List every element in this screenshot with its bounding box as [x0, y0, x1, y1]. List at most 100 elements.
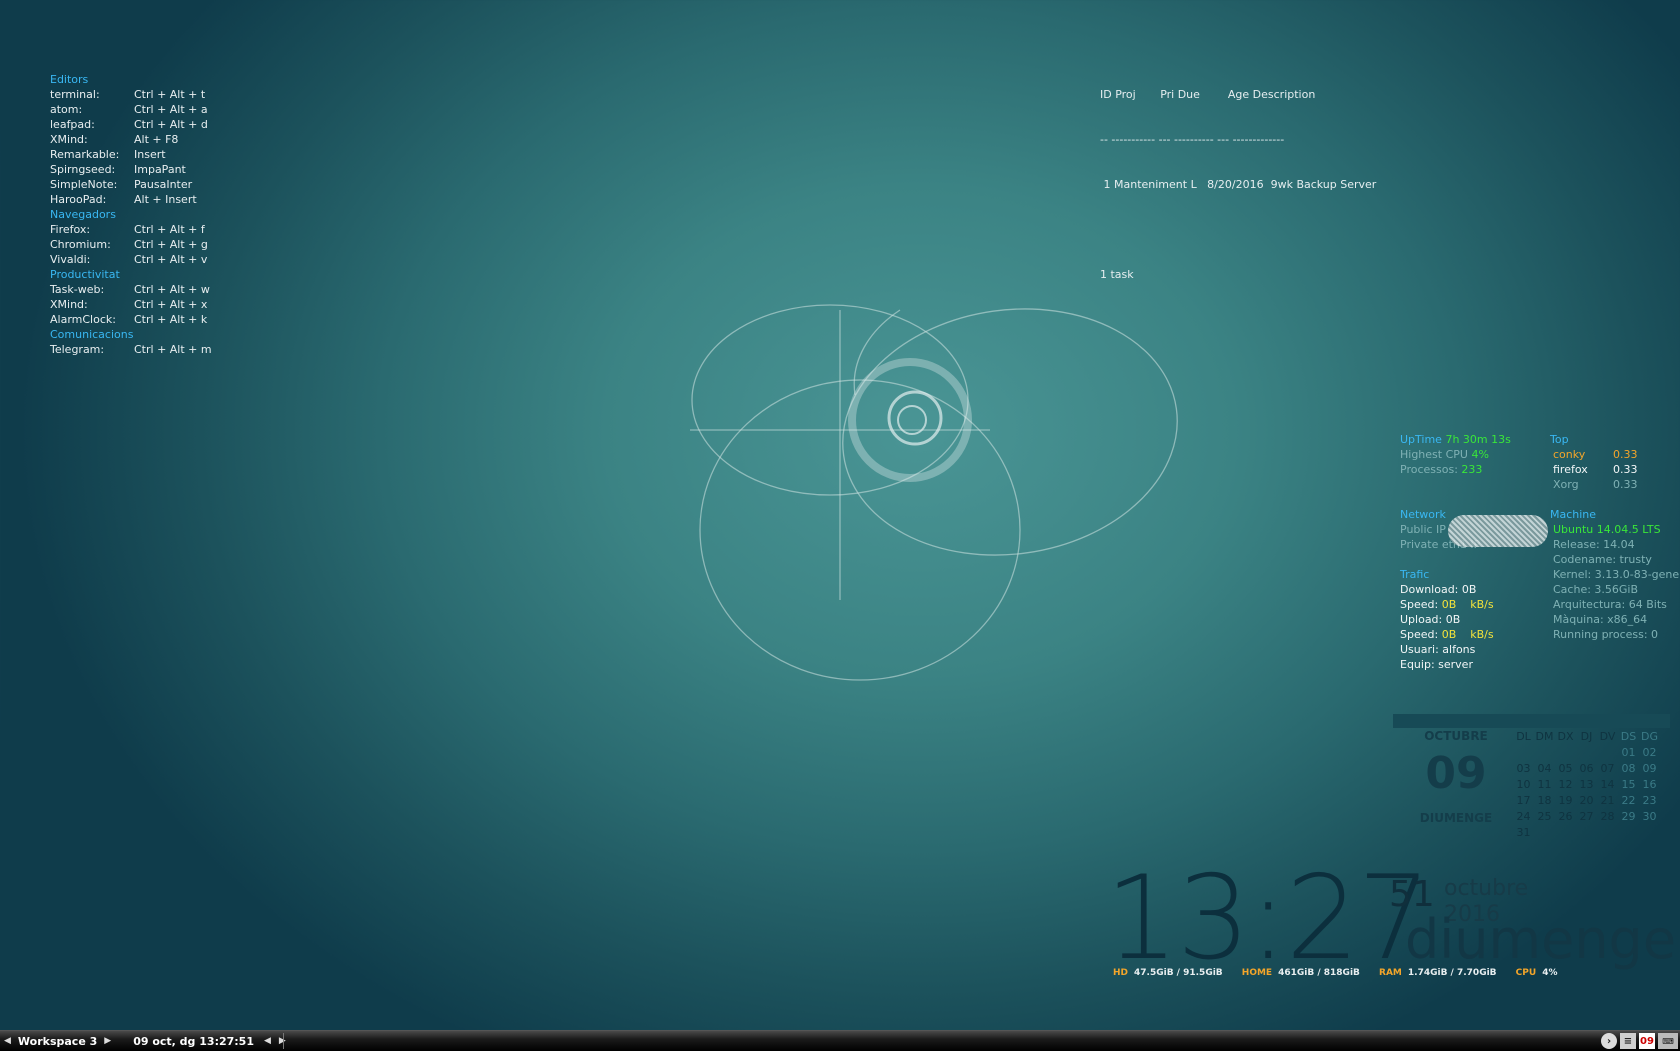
architecture: Arquitectura: 64 Bits [1553, 598, 1667, 611]
trafic-title: Trafic [1400, 568, 1430, 581]
calendar-week-row: 10 11 12 13 14 15 16 [1513, 777, 1660, 793]
previous-window-icon[interactable]: ◀ [260, 1036, 275, 1046]
shortcut-row: terminal: Ctrl + Alt + t [50, 87, 212, 102]
calendar-date: 03 [1516, 762, 1531, 775]
highest-cpu-row: Highest CPU 4% [1400, 447, 1550, 462]
section-title: Editors [50, 73, 89, 86]
calendar-date: 24 [1516, 810, 1531, 823]
calendar-date: 07 [1600, 762, 1615, 775]
calendar-week-row: 17 18 19 20 21 22 23 [1513, 793, 1660, 809]
top-process-row: Xorg 0.33 [1550, 477, 1680, 492]
shortcut-keys: Ctrl + Alt + x [134, 298, 208, 311]
calendar-date: 08 [1621, 762, 1636, 775]
shortcut-app: Spirngseed: [50, 163, 116, 176]
redacted-ip-scribble [1448, 515, 1548, 547]
calendar-date [1597, 745, 1618, 761]
calendar-date [1576, 825, 1597, 841]
calendar-tray-icon[interactable]: 09 [1639, 1033, 1655, 1049]
uptime-label: UpTime [1400, 433, 1442, 446]
calendar-week-row: 01 02 [1513, 745, 1660, 761]
shortcut-app: atom: [50, 103, 83, 116]
calendar-week-row: 24 25 26 27 28 29 30 [1513, 809, 1660, 825]
calendar-weekday-header: DV [1599, 730, 1616, 743]
home-value: 461GiB / 818GiB [1278, 968, 1360, 978]
calendar-date [1555, 745, 1576, 761]
shortcut-row: Firefox: Ctrl + Alt + f [50, 222, 212, 237]
shortcut-row: Remarkable: Insert [50, 147, 212, 162]
shortcut-app: Telegram: [50, 343, 105, 356]
shortcut-app: Firefox: [50, 223, 91, 236]
shortcut-app: SimpleNote: [50, 178, 118, 191]
calendar-date [1534, 745, 1555, 761]
shortcut-row: XMind: Alt + F8 [50, 132, 212, 147]
processes-value: 233 [1461, 463, 1483, 476]
uptime-value: 7h 30m 13s [1445, 433, 1511, 446]
process-value: 0.33 [1613, 463, 1638, 476]
calendar-date [1639, 825, 1660, 841]
shortcut-row: Telegram: Ctrl + Alt + m [50, 342, 212, 357]
shortcut-app: HarooPad: [50, 193, 107, 206]
ram-label: RAM [1379, 968, 1402, 978]
shortcut-app: Chromium: [50, 238, 111, 251]
shortcut-row: atom: Ctrl + Alt + a [50, 102, 212, 117]
shortcut-row: Chromium: Ctrl + Alt + g [50, 237, 212, 252]
calendar-date [1618, 825, 1639, 841]
ram-value: 1.74GiB / 7.70GiB [1407, 968, 1497, 978]
upload-speed-row: Speed: 0B kB/s [1400, 627, 1550, 642]
calendar-date: 16 [1642, 778, 1657, 791]
shortcut-keys: Ctrl + Alt + t [134, 88, 206, 101]
os-codename: Codename: trusty [1553, 553, 1652, 566]
next-workspace-icon[interactable]: ▶ [100, 1036, 115, 1046]
shortcut-row: AlarmClock: Ctrl + Alt + k [50, 312, 212, 327]
shortcut-keys: Ctrl + Alt + m [134, 343, 212, 356]
calendar-date: 17 [1516, 794, 1531, 807]
os-release: Release: 14.04 [1553, 538, 1635, 551]
document-icon[interactable]: ≡ [1620, 1033, 1636, 1049]
shortcut-row: XMind: Ctrl + Alt + x [50, 297, 212, 312]
calendar-date: 29 [1621, 810, 1636, 823]
shortcut-app: XMind: [50, 133, 88, 146]
cpu-label: CPU [1515, 968, 1537, 978]
host-row: Equip: server [1400, 658, 1473, 671]
chevron-circle-icon[interactable]: › [1601, 1033, 1617, 1049]
calendar-date: 27 [1579, 810, 1594, 823]
highest-cpu-value: 4% [1471, 448, 1489, 461]
calendar-grid: DL DM DX DJ DV DS DG 01 02 03 04 05 06 07 08 09 10 11 12 13… [1513, 729, 1660, 841]
highest-cpu-label: Highest CPU [1400, 448, 1468, 461]
kernel-version: Kernel: 3.13.0-83-generic [1553, 568, 1680, 581]
calendar-date: 06 [1579, 762, 1594, 775]
disk-memory-stats: HD 47.5GiB / 91.5GiB HOME 461GiB / 818GiB … [1113, 968, 1573, 978]
download-speed-value: 0B [1441, 598, 1457, 611]
speed-unit: kB/s [1470, 628, 1494, 641]
calendar-date: 04 [1537, 762, 1552, 775]
calendar-date: 25 [1537, 810, 1552, 823]
workspace-name[interactable]: Workspace 3 [15, 1035, 100, 1048]
calendar-date: 22 [1621, 794, 1636, 807]
calendar-widget: OCTUBRE 09 DIUMENGE DL DM DX DJ DV DS DG 01 02 03… [1393, 729, 1670, 839]
shortcut-app: XMind: [50, 298, 88, 311]
calendar-date: 02 [1642, 746, 1657, 759]
bottom-panel: ◀ Workspace 3 ▶ 09 oct, dg 13:27:51 ◀ ▶ … [0, 1030, 1680, 1051]
shortcut-row: leafpad: Ctrl + Alt + d [50, 117, 212, 132]
calendar-date: 28 [1600, 810, 1615, 823]
section-title: Comunicacions [50, 328, 134, 341]
speed-unit: kB/s [1470, 598, 1494, 611]
shortcut-row: Spirngseed: ImpaPant [50, 162, 212, 177]
task-list: ID Proj Pri Due Age Description -- -----… [1100, 57, 1376, 297]
task-divider: -- ----------- --- ---------- --- ------… [1100, 133, 1285, 146]
shortcut-app: AlarmClock: [50, 313, 116, 326]
panel-datetime[interactable]: 09 oct, dg 13:27:51 [127, 1035, 260, 1048]
previous-workspace-icon[interactable]: ◀ [0, 1036, 15, 1046]
cache-size: Cache: 3.56GiB [1553, 583, 1639, 596]
calendar-weekday-header: DM [1535, 730, 1554, 743]
shortcut-keys: Alt + Insert [134, 193, 197, 206]
shortcut-keys: Ctrl + Alt + f [134, 223, 205, 236]
calendar-weekday-header: DL [1516, 730, 1531, 743]
task-header: ID Proj Pri Due Age Description [1100, 88, 1316, 101]
shortcut-keys: PausaInter [134, 178, 193, 191]
keyboard-icon[interactable]: ⌨ [1658, 1033, 1678, 1049]
shortcut-keys: Ctrl + Alt + d [134, 118, 208, 131]
calendar-date [1576, 745, 1597, 761]
shortcut-keys: Insert [134, 148, 166, 161]
calendar-week-row: 03 04 05 06 07 08 09 [1513, 761, 1660, 777]
